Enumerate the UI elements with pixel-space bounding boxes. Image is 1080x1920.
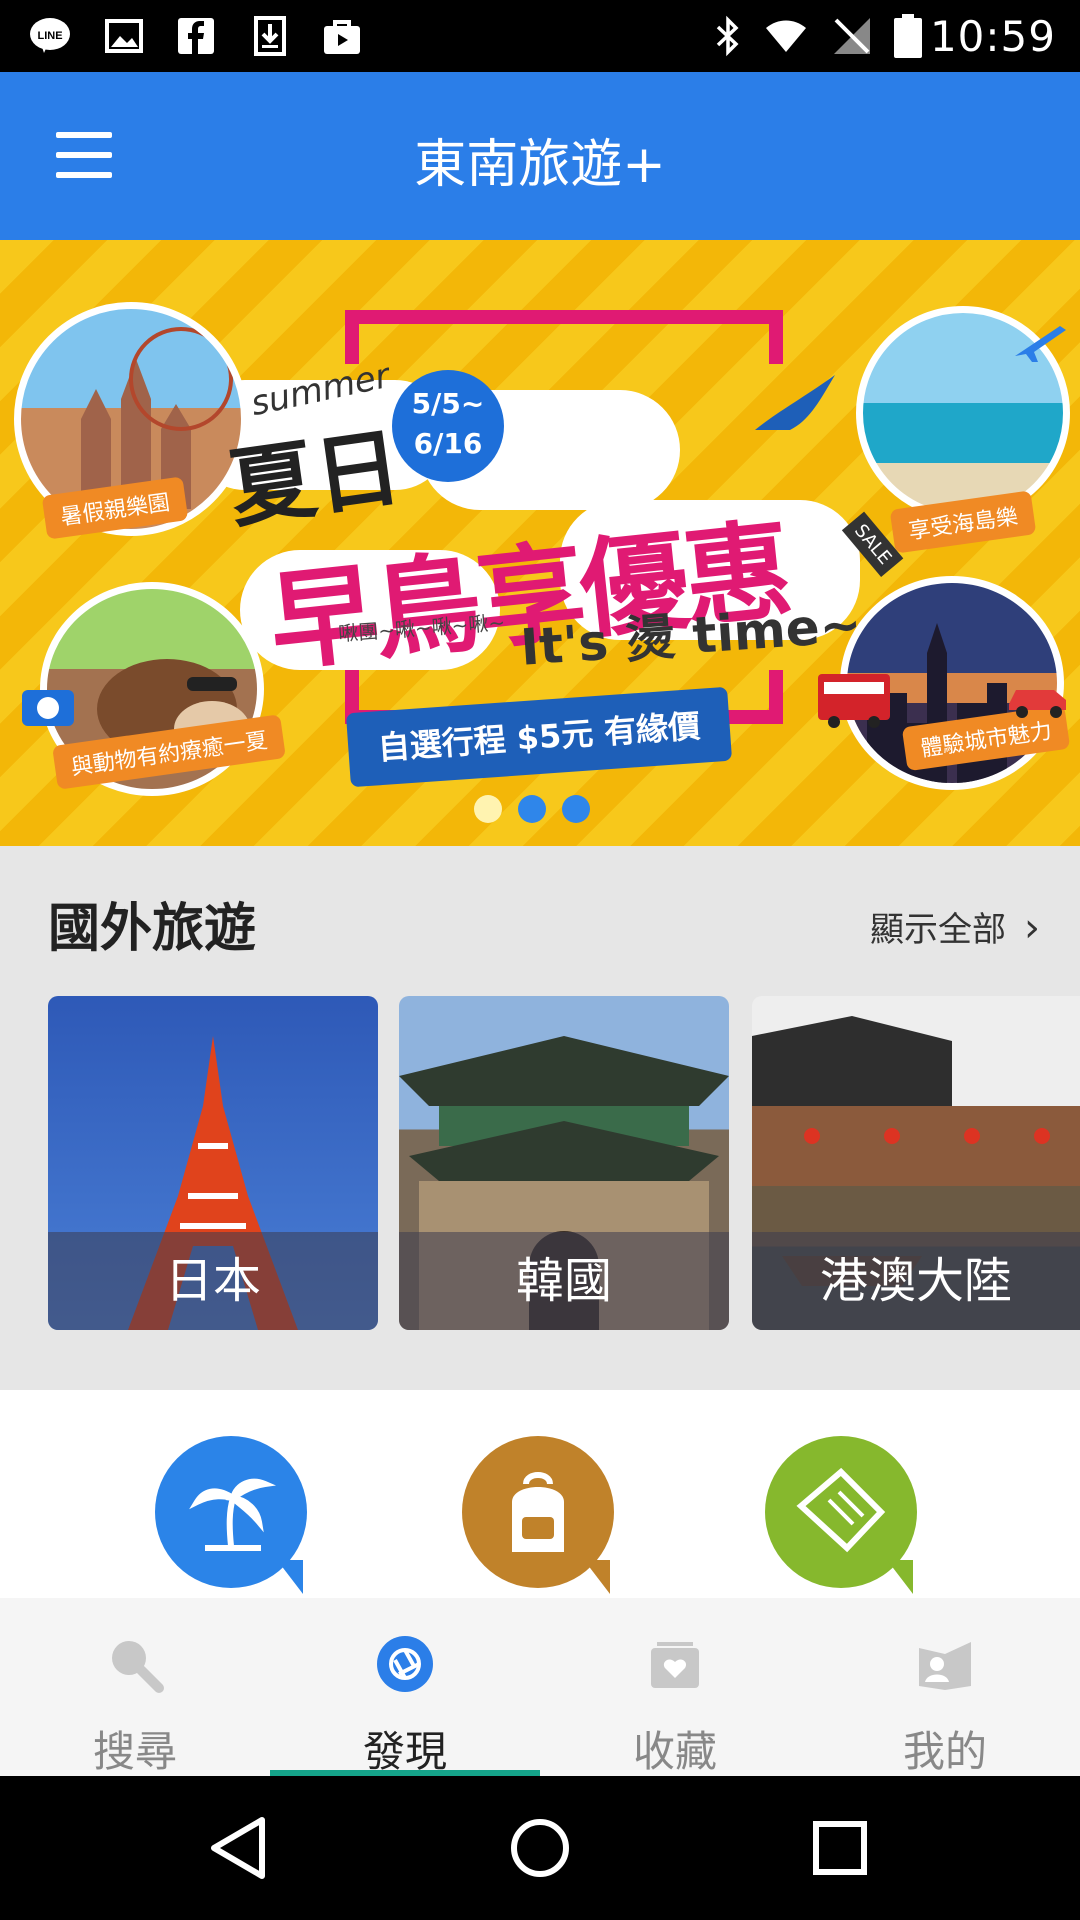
promo-banner[interactable]: 暑假親樂園 享受海島樂 與動物有約療癒一夏 體驗城市魅力 summer 夏日 5… [0, 240, 1080, 846]
section-title: 國外旅遊 [48, 899, 257, 959]
app-bar: 東南旅遊+ [0, 72, 1080, 240]
bus-icon [818, 674, 890, 728]
no-signal-icon [834, 18, 870, 54]
pager-dot-active[interactable] [474, 795, 502, 823]
status-bar: LINE 10:59 [0, 0, 1080, 72]
gallery-icon [105, 19, 143, 53]
destination-card-label: 港澳大陸 [752, 1232, 1080, 1330]
banner-date-end: 6/16 [413, 427, 483, 460]
system-nav-bar [0, 1776, 1080, 1920]
profile-icon [919, 1642, 971, 1690]
recents-icon[interactable] [800, 1808, 880, 1888]
show-all-label: 顯示全部 [870, 910, 1006, 950]
banner-date-badge: 5/5~ 6/16 [392, 370, 504, 482]
bluetooth-icon [716, 15, 739, 57]
overseas-travel-section: 國外旅遊 顯示全部 › 日本 韓國 港澳大陸 [0, 846, 1080, 1390]
battery-icon [894, 14, 922, 58]
destination-card-hk-macau-china[interactable]: 港澳大陸 [752, 996, 1080, 1330]
line-app-icon: LINE [30, 18, 70, 53]
banner-date-start: 5/5~ [411, 387, 485, 420]
tab-label: 我的 [902, 1727, 987, 1776]
app-title: 東南旅遊+ [414, 135, 666, 195]
tab-favorites[interactable]: 收藏 [540, 1598, 810, 1776]
svg-text:LINE: LINE [37, 30, 62, 42]
pager-dot[interactable] [562, 795, 590, 823]
tab-label: 搜尋 [92, 1727, 177, 1776]
clock: 10:59 [929, 12, 1056, 61]
banner-frame [345, 310, 783, 364]
banner-headline-small: 夏日 [223, 417, 408, 541]
wifi-icon [766, 20, 806, 52]
swallow-icon [755, 375, 835, 430]
car-icon [1009, 690, 1066, 718]
facebook-icon [178, 18, 214, 54]
show-all-link[interactable]: 顯示全部 › [870, 902, 1040, 951]
home-icon[interactable] [500, 1808, 580, 1888]
back-icon[interactable] [200, 1808, 280, 1888]
search-icon [112, 1641, 164, 1693]
tab-search[interactable]: 搜尋 [0, 1598, 270, 1776]
destination-card-korea[interactable]: 韓國 [399, 996, 729, 1330]
discover-icon [377, 1636, 433, 1692]
ticket-icon[interactable] [765, 1436, 917, 1594]
palm-tree-icon[interactable] [155, 1436, 307, 1594]
destination-card-japan[interactable]: 日本 [48, 996, 378, 1330]
destination-card-label: 韓國 [399, 1232, 729, 1330]
download-icon [254, 16, 286, 56]
tab-discover[interactable]: 發現 [270, 1598, 540, 1776]
airplane-icon [1015, 326, 1066, 362]
tab-profile[interactable]: 我的 [810, 1598, 1080, 1776]
tab-label: 收藏 [632, 1727, 717, 1776]
bottom-tab-bar: 搜尋 發現 收藏 我的 [0, 1598, 1080, 1776]
camera-icon [22, 690, 74, 726]
shopping-bag-icon [324, 20, 360, 54]
pager-dot[interactable] [518, 795, 546, 823]
favorites-icon [651, 1642, 699, 1688]
destination-card-label: 日本 [48, 1232, 378, 1330]
banner-pager [474, 795, 606, 825]
chevron-right-icon: › [1024, 905, 1040, 951]
category-row [0, 1390, 1080, 1598]
backpack-icon[interactable] [462, 1436, 614, 1594]
